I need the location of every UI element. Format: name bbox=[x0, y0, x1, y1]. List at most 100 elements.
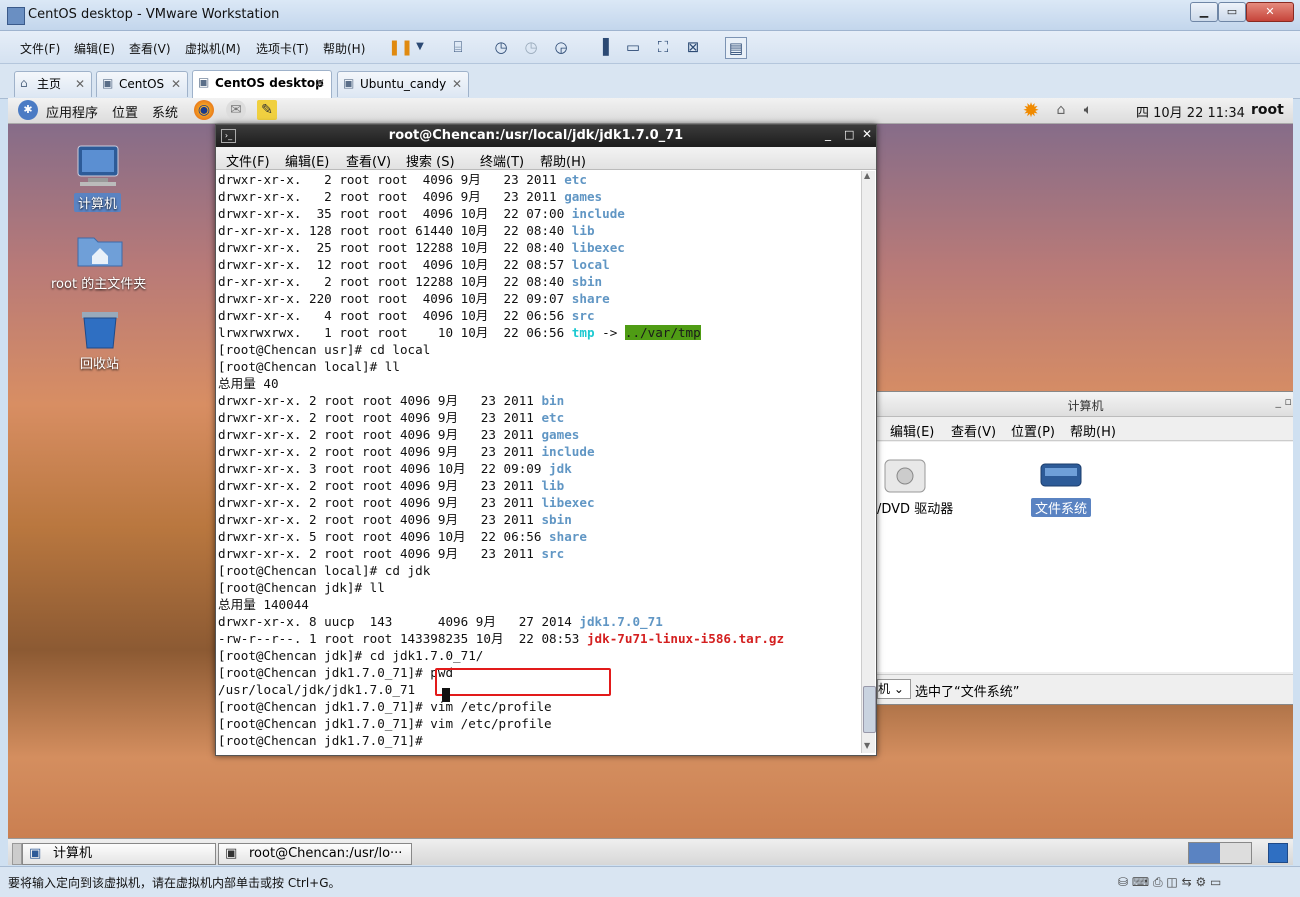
trash-icon[interactable] bbox=[76, 308, 124, 349]
volume-icon[interactable]: 🔈︎ bbox=[1078, 100, 1098, 120]
terminal-text-segment: [root@Chencan jdk1.7.0_71]# vim /etc/pro… bbox=[218, 716, 552, 731]
terminal-title: root@Chencan:/usr/local/jdk/jdk1.7.0_71 bbox=[388, 128, 684, 143]
panel-user[interactable]: root bbox=[1251, 102, 1284, 118]
menu-applications[interactable]: 应用程序 bbox=[46, 102, 98, 121]
console-view-icon[interactable]: ▭ bbox=[623, 37, 643, 57]
unity-icon[interactable]: ⊠ bbox=[683, 37, 703, 57]
thumbnail-view-icon[interactable]: ▤ bbox=[725, 37, 747, 59]
terminal-text-segment: drwxr-xr-x. 5 root root 4096 10月 22 06:5… bbox=[218, 529, 550, 544]
fm-menu-edit[interactable]: 编辑(E) bbox=[890, 421, 934, 440]
terminal-window[interactable]: ›_ root@Chencan:/usr/local/jdk/jdk1.7.0_… bbox=[215, 124, 877, 756]
menu-view[interactable]: 查看(V) bbox=[129, 40, 171, 57]
network-icon[interactable]: ⌂ bbox=[1051, 100, 1071, 120]
menu-system[interactable]: 系统 bbox=[152, 102, 178, 121]
scroll-down-icon[interactable]: ▼ bbox=[864, 741, 870, 750]
terminal-text-segment: [root@Chencan jdk1.7.0_71]# vim /etc/pro… bbox=[218, 699, 552, 714]
menu-places[interactable]: 位置 bbox=[112, 102, 138, 121]
mail-icon[interactable]: ✉ bbox=[226, 100, 246, 120]
menu-vm[interactable]: 虚拟机(M) bbox=[185, 40, 241, 57]
update-sun-icon[interactable]: ✹ bbox=[1021, 100, 1041, 120]
show-desktop-icon[interactable] bbox=[12, 843, 22, 865]
sidebar-select[interactable]: 机 ⌄ bbox=[877, 679, 911, 699]
fullscreen-icon[interactable]: ⛶ bbox=[653, 37, 673, 57]
send-ctrl-alt-del-icon[interactable]: ⌸ bbox=[448, 37, 468, 57]
file-manager-statusbar: 机 ⌄ 选中了“文件系统” bbox=[877, 674, 1293, 703]
taskbar-item-terminal[interactable]: ▣ root@Chencan:/usr/lo··· bbox=[218, 843, 412, 865]
term-menu-file[interactable]: 文件(F) bbox=[226, 151, 270, 170]
tab-centos-desktop[interactable]: ▣ CentOS desktop ✕ bbox=[192, 70, 332, 98]
dvd-drive-icon[interactable] bbox=[883, 454, 926, 496]
file-manager-window[interactable]: 计算机 _ ▫ 编辑(E) 查看(V) 位置(P) 帮助(H) /DVD 驱动器… bbox=[876, 391, 1293, 705]
terminal-line: drwxr-xr-x. 8 uucp 143 4096 9月 27 2014 j… bbox=[218, 613, 663, 630]
maximize-button[interactable]: ▭ bbox=[1218, 2, 1246, 22]
terminal-text-segment: drwxr-xr-x. 8 uucp 143 4096 9月 27 2014 bbox=[218, 614, 580, 629]
minimize-icon[interactable]: _ ▫ bbox=[1276, 395, 1292, 408]
computer-icon[interactable] bbox=[74, 144, 122, 186]
term-menu-help[interactable]: 帮助(H) bbox=[540, 151, 586, 170]
desktop-computer-label[interactable]: 计算机 bbox=[74, 193, 122, 212]
terminal-menubar: 文件(F) 编辑(E) 查看(V) 搜索 (S) 终端(T) 帮助(H) bbox=[216, 147, 876, 170]
menu-help[interactable]: 帮助(H) bbox=[323, 40, 365, 57]
terminal-line: [root@Chencan jdk1.7.0_71]# pwd bbox=[218, 664, 453, 681]
tab-home-label: 主页 bbox=[37, 77, 62, 91]
sidebar-toggle-icon[interactable]: ▐ bbox=[593, 37, 613, 57]
close-button[interactable]: ✕ bbox=[1246, 2, 1294, 22]
firefox-icon[interactable]: ◉ bbox=[194, 100, 214, 120]
workspace-switcher[interactable] bbox=[1188, 842, 1252, 864]
scroll-up-icon[interactable]: ▲ bbox=[864, 171, 870, 180]
vm-icon: ▣ bbox=[198, 75, 210, 89]
terminal-text-segment: lrwxrwxrwx. 1 root root 10 10月 22 06:56 bbox=[218, 325, 572, 340]
minimize-icon[interactable]: _ bbox=[825, 127, 831, 141]
gnome-foot-icon[interactable]: ✱ bbox=[18, 100, 38, 120]
vm-icon: ▣ bbox=[102, 76, 114, 90]
filesystem-icon[interactable] bbox=[1039, 456, 1082, 494]
term-menu-search[interactable]: 搜索 (S) bbox=[406, 151, 455, 170]
snapshot-revert-icon[interactable]: ◷ bbox=[521, 37, 541, 57]
guest-screen[interactable]: ✱ 应用程序 位置 系统 ◉ ✉ ✎ ✹ ⌂ 🔈︎ 四 10月 22 11:34… bbox=[8, 98, 1293, 865]
home-folder-icon[interactable] bbox=[76, 228, 124, 268]
file-manager-titlebar[interactable]: 计算机 _ ▫ bbox=[877, 392, 1293, 417]
term-menu-view[interactable]: 查看(V) bbox=[346, 151, 391, 170]
minimize-button[interactable]: ▁ bbox=[1190, 2, 1218, 22]
close-icon[interactable]: ✕ bbox=[75, 72, 85, 97]
snapshot-manager-icon[interactable]: ◶ bbox=[551, 37, 571, 57]
notes-icon[interactable]: ✎ bbox=[257, 100, 277, 120]
tab-ubuntu-candy[interactable]: ▣ Ubuntu_candy ✕ bbox=[337, 71, 469, 97]
terminal-text-segment: drwxr-xr-x. 2 root root 4096 9月 23 2011 bbox=[218, 189, 565, 204]
vm-tab-bar: ⌂ 主页 ✕ ▣ CentOS ✕ ▣ CentOS desktop ✕ ▣ U… bbox=[0, 64, 1300, 99]
snapshot-take-icon[interactable]: ◷ bbox=[491, 37, 511, 57]
close-icon[interactable]: ✕ bbox=[862, 127, 872, 141]
terminal-scrollbar[interactable]: ▲ ▼ bbox=[861, 171, 876, 753]
fm-menu-view[interactable]: 查看(V) bbox=[951, 421, 996, 440]
menu-tabs[interactable]: 选项卡(T) bbox=[256, 40, 309, 57]
desktop-home-label[interactable]: root 的主文件夹 bbox=[51, 273, 146, 292]
pause-icon[interactable]: ❚❚ bbox=[388, 37, 413, 57]
close-icon[interactable]: ✕ bbox=[171, 72, 181, 97]
terminal-output[interactable]: drwxr-xr-x. 2 root root 4096 9月 23 2011 … bbox=[218, 171, 858, 753]
menu-file[interactable]: 文件(F) bbox=[20, 40, 60, 57]
terminal-text-segment: libexec bbox=[541, 495, 595, 510]
scrollbar-thumb[interactable] bbox=[863, 686, 876, 733]
menu-edit[interactable]: 编辑(E) bbox=[74, 40, 115, 57]
filesystem-label[interactable]: 文件系统 bbox=[1031, 498, 1092, 517]
panel-clock[interactable]: 四 10月 22 11:34 bbox=[1136, 102, 1245, 121]
device-status-icons[interactable]: ⛁ ⌨ ⎙ ◫ ⇆ ⚙ ▭ bbox=[1118, 875, 1221, 890]
close-icon[interactable]: ✕ bbox=[315, 71, 325, 96]
terminal-titlebar[interactable]: ›_ root@Chencan:/usr/local/jdk/jdk1.7.0_… bbox=[216, 125, 876, 147]
desktop-trash-label[interactable]: 回收站 bbox=[80, 353, 119, 372]
tab-home[interactable]: ⌂ 主页 ✕ bbox=[14, 71, 92, 97]
terminal-text-segment: [root@Chencan jdk1.7.0_71]# pwd bbox=[218, 665, 454, 680]
term-menu-edit[interactable]: 编辑(E) bbox=[285, 151, 329, 170]
fm-menu-places[interactable]: 位置(P) bbox=[1011, 421, 1055, 440]
close-icon[interactable]: ✕ bbox=[452, 72, 462, 97]
trash-icon[interactable] bbox=[1268, 843, 1288, 863]
tab-ubuntu-label: Ubuntu_candy bbox=[360, 77, 447, 91]
term-menu-terminal[interactable]: 终端(T) bbox=[480, 151, 524, 170]
chevron-down-icon[interactable]: ▼ bbox=[410, 37, 430, 57]
file-manager-content[interactable]: /DVD 驱动器 文件系统 bbox=[877, 442, 1293, 672]
fm-menu-help[interactable]: 帮助(H) bbox=[1070, 421, 1116, 440]
maximize-icon[interactable]: □ bbox=[844, 128, 854, 141]
dvd-drive-label[interactable]: /DVD 驱动器 bbox=[877, 498, 953, 517]
tab-centos[interactable]: ▣ CentOS ✕ bbox=[96, 71, 188, 97]
taskbar-item-computer[interactable]: ▣ 计算机 bbox=[22, 843, 216, 865]
